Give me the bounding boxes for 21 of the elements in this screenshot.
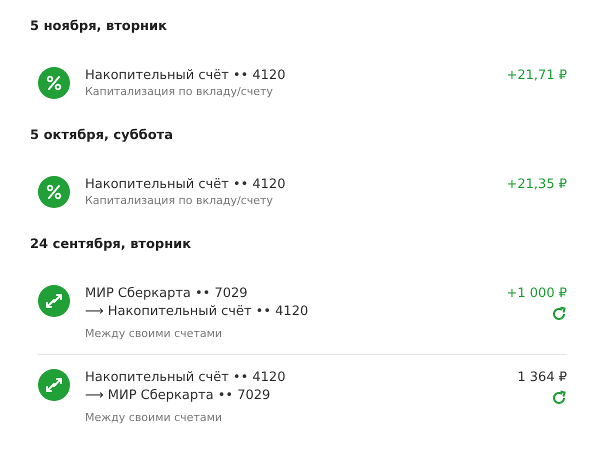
account-name: Накопительный счёт •• 4120 [85,176,286,194]
account-name: Накопительный счёт •• 4120 [85,67,286,85]
date-header: 5 ноября, вторник [30,18,168,36]
amount: +21,35 ₽ [506,176,567,194]
date-header: 5 октября, суббота [30,127,174,145]
operation-description: Между своими счетами [85,327,224,341]
account-name: Накопительный счёт •• 4120 [85,369,286,387]
destination-account: ⟶ МИР Сберкарта •• 7029 [85,387,272,405]
amount: 1 364 ₽ [517,369,567,387]
operation-description: Капитализация по вкладу/счету [85,194,274,208]
transaction-row[interactable]: Накопительный счёт •• 4120 Капитализация по вкладу/счету +21,35 ₽ [38,146,567,218]
amount: +21,71 ₽ [506,67,567,85]
transaction-row[interactable]: Накопительный счёт •• 4120 ⟶ МИР Сберкарта •• 7029 Между своими счетами 1 364 ₽ [38,354,567,438]
destination-account: ⟶ Накопительный счёт •• 4120 [85,303,310,321]
transaction-row[interactable]: Накопительный счёт •• 4120 Капитализация по вкладу/счету +21,71 ₽ [38,37,567,109]
operation-description: Капитализация по вкладу/счету [85,85,274,99]
account-name: МИР Сберкарта •• 7029 [85,285,249,303]
transaction-row[interactable]: МИР Сберкарта •• 7029 ⟶ Накопительный счёт •• 4120 Между своими счетами +1 000 ₽ [38,255,567,354]
date-header: 24 сентября, вторник [30,236,192,254]
amount: +1 000 ₽ [506,285,567,303]
operation-description: Между своими счетами [85,411,224,425]
